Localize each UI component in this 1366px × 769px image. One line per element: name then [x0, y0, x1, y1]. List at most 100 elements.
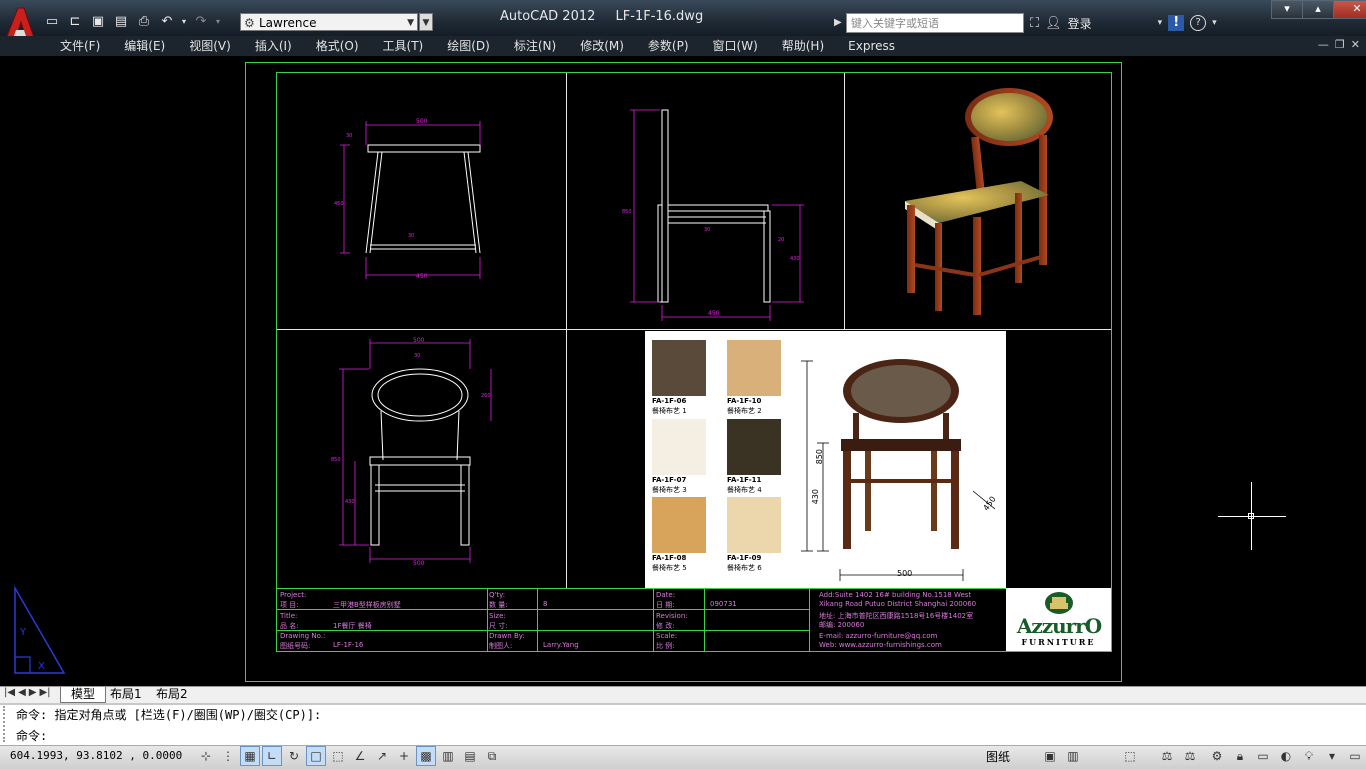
- redo-dropdown-icon[interactable]: ▾: [214, 12, 222, 30]
- first-tab-icon[interactable]: |◀: [4, 687, 15, 698]
- search-expand-icon[interactable]: ▶: [834, 14, 844, 32]
- quick-view-drawings-icon[interactable]: ▥: [1063, 746, 1083, 766]
- transparency-icon[interactable]: ▥: [438, 746, 458, 766]
- menu-modify[interactable]: 修改(M): [568, 36, 636, 56]
- menu-format[interactable]: 格式(O): [304, 36, 371, 56]
- maximize-viewport-icon[interactable]: ⬚: [1120, 746, 1140, 766]
- polar-tracking-icon[interactable]: ↻: [284, 746, 304, 766]
- menu-insert[interactable]: 插入(I): [243, 36, 304, 56]
- title-block: Project: 项 目: 三甲港B型样板房别墅 Q'ty: 数 量: 8 Da…: [277, 588, 1006, 652]
- undo-dropdown-icon[interactable]: ▾: [180, 12, 188, 30]
- quick-properties-icon[interactable]: ▤: [460, 746, 480, 766]
- swatch-3-name: 餐椅布艺 3: [652, 486, 687, 494]
- front-dim-bottom: 450: [416, 273, 428, 280]
- user-icon[interactable]: 👤︎: [1045, 16, 1062, 31]
- tb-drawn-value: Larry.Yang: [543, 641, 579, 649]
- status-menu-icon[interactable]: ▾: [1322, 746, 1342, 766]
- close-button[interactable]: ✕: [1333, 0, 1366, 19]
- lightbulb-icon[interactable]: 💡︎: [1299, 746, 1319, 766]
- back-dim-oval: 260: [481, 393, 491, 399]
- dynamic-input-icon[interactable]: +: [394, 746, 414, 766]
- ortho-mode-icon[interactable]: ∟: [262, 746, 282, 766]
- tb-project-value: 三甲港B型样板房别墅: [333, 601, 401, 609]
- hardware-acceleration-icon[interactable]: ▭: [1253, 746, 1273, 766]
- swatch-5-name: 餐椅布艺 5: [652, 564, 687, 572]
- last-tab-icon[interactable]: ▶|: [39, 687, 50, 698]
- panel-divider-h: [277, 329, 1111, 330]
- print-icon[interactable]: ⎙: [134, 12, 154, 30]
- command-input[interactable]: 命令:: [16, 727, 47, 744]
- tb-address-en-1: Add:Suite 1402 16# building No.1518 West: [819, 591, 972, 599]
- snap-mode-icon[interactable]: ⋮: [218, 746, 238, 766]
- tb-dwg-value: LF-1F-16: [333, 641, 364, 649]
- help-icon[interactable]: ?: [1190, 15, 1207, 31]
- new-file-icon[interactable]: ▭: [42, 12, 62, 30]
- undo-icon[interactable]: ↶: [157, 12, 177, 30]
- quick-view-layouts-icon[interactable]: ▣: [1040, 746, 1060, 766]
- tb-address-cn-2: 邮编: 200060: [819, 621, 865, 629]
- redo-icon[interactable]: ↷: [191, 12, 211, 30]
- tb-date-cn: 日 期:: [656, 601, 675, 609]
- save-as-icon[interactable]: ▤: [111, 12, 131, 30]
- minimize-button[interactable]: ▾: [1271, 0, 1303, 19]
- menu-view[interactable]: 视图(V): [177, 36, 243, 56]
- app-name: AutoCAD 2012: [500, 9, 596, 24]
- photo-dim-seat: 430: [811, 489, 820, 505]
- workspace-select[interactable]: ⚙ Lawrence ▼: [240, 13, 418, 31]
- infer-constraints-icon[interactable]: ⊹: [196, 746, 216, 766]
- qat-customize-button[interactable]: ▼: [419, 13, 433, 31]
- tb-date-en: Date:: [656, 591, 676, 599]
- annotation-scale-icon[interactable]: ⚖: [1157, 746, 1177, 766]
- paper-space-toggle[interactable]: 图纸: [986, 748, 1010, 765]
- help-dropdown-icon[interactable]: ▾: [1212, 18, 1217, 28]
- clean-screen-icon[interactable]: ▭: [1345, 746, 1365, 766]
- workspace-switching-icon[interactable]: ⚙: [1207, 746, 1227, 766]
- menu-tools[interactable]: 工具(T): [371, 36, 436, 56]
- back-dim-bottom: 500: [413, 560, 425, 567]
- menu-express[interactable]: Express: [836, 36, 907, 56]
- prev-tab-icon[interactable]: ◀: [18, 687, 26, 698]
- tab-layout1[interactable]: 布局1: [100, 687, 152, 702]
- object-snap-tracking-icon[interactable]: ∠: [350, 746, 370, 766]
- menu-edit[interactable]: 编辑(E): [112, 36, 177, 56]
- menu-dimension[interactable]: 标注(N): [502, 36, 568, 56]
- drafting-tools: ⊹ ⋮ ▦ ∟ ↻ □ ⬚ ∠ ↗ + ▩ ▥ ▤ ⧉: [196, 746, 502, 767]
- fabric-swatch-panel: FA-1F-06 餐椅布艺 1 FA-1F-10 餐椅布艺 2 FA-1F-07…: [645, 331, 1006, 589]
- lineweight-icon[interactable]: ▩: [416, 746, 436, 766]
- swatch-4-name: 餐椅布艺 4: [727, 486, 762, 494]
- open-folder-icon[interactable]: ⊏: [65, 12, 85, 30]
- grid-display-icon[interactable]: ▦: [240, 746, 260, 766]
- doc-close-button[interactable]: ✕: [1351, 38, 1360, 51]
- login-button[interactable]: 登录: [1068, 15, 1092, 32]
- save-icon[interactable]: ▣: [88, 12, 108, 30]
- document-window-controls: — ❐ ✕: [1318, 38, 1366, 51]
- isolate-objects-icon[interactable]: ◐: [1276, 746, 1296, 766]
- swatch-1-name: 餐椅布艺 1: [652, 407, 687, 415]
- front-view-drawing: 500 30 450 30 450: [334, 118, 481, 280]
- chevron-down-icon: ▼: [407, 18, 414, 28]
- selection-cycling-icon[interactable]: ⧉: [482, 746, 502, 766]
- exchange-icon[interactable]: !: [1168, 15, 1185, 31]
- binoculars-icon[interactable]: ⛶: [1030, 16, 1039, 31]
- menu-draw[interactable]: 绘图(D): [435, 36, 502, 56]
- command-window-grip[interactable]: [3, 706, 13, 742]
- doc-minimize-button[interactable]: —: [1318, 38, 1329, 51]
- swatch-6-name: 餐椅布艺 6: [727, 564, 762, 572]
- annotation-visibility-icon[interactable]: ⚖: [1180, 746, 1200, 766]
- menu-help[interactable]: 帮助(H): [770, 36, 836, 56]
- menu-file[interactable]: 文件(F): [48, 36, 112, 56]
- dynamic-ucs-icon[interactable]: ↗: [372, 746, 392, 766]
- next-tab-icon[interactable]: ▶: [29, 687, 37, 698]
- window-title: AutoCAD 2012 LF-1F-16.dwg: [500, 9, 780, 24]
- menu-window[interactable]: 窗口(W): [701, 36, 770, 56]
- lock-icon[interactable]: 🔒︎: [1230, 746, 1250, 766]
- search-input[interactable]: 键入关键字或短语: [846, 13, 1024, 33]
- doc-restore-button[interactable]: ❐: [1335, 38, 1345, 51]
- object-snap-icon[interactable]: □: [306, 746, 326, 766]
- login-dropdown-icon[interactable]: ▾: [1158, 18, 1163, 28]
- maximize-button[interactable]: ▴: [1302, 0, 1334, 19]
- menu-parameters[interactable]: 参数(P): [636, 36, 701, 56]
- 3d-object-snap-icon[interactable]: ⬚: [328, 746, 348, 766]
- coordinates-readout[interactable]: 604.1993, 93.8102 , 0.0000: [10, 749, 182, 762]
- tab-layout2[interactable]: 布局2: [146, 687, 198, 702]
